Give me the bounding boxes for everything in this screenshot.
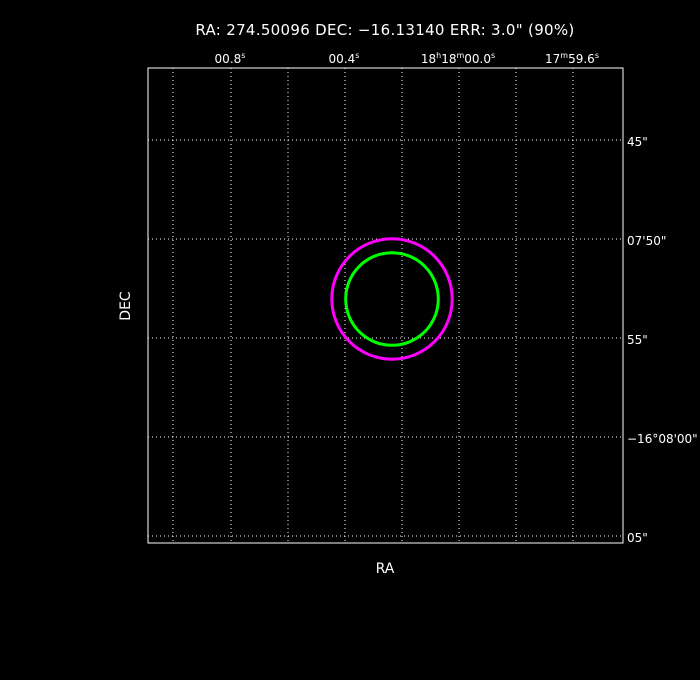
dec-tick-label: 07'50" xyxy=(627,234,666,248)
dec-tick-label: 55" xyxy=(627,333,648,347)
dec-tick-label: −16°08'00" xyxy=(627,432,698,446)
sky-plot: RA: 274.50096 DEC: −16.13140 ERR: 3.0" (… xyxy=(118,21,698,577)
outer-circle xyxy=(330,237,454,361)
plot-title: RA: 274.50096 DEC: −16.13140 ERR: 3.0" (… xyxy=(195,21,574,39)
ra-tick-label: 00.8s xyxy=(215,51,246,66)
dec-gridlines xyxy=(148,139,623,537)
x-axis-title: RA xyxy=(376,561,395,577)
ra-tick-label: 00.4s xyxy=(329,51,360,66)
plot-frame xyxy=(147,67,624,544)
ra-tick-label: 18h18m00.0s xyxy=(421,51,495,66)
error-circle xyxy=(344,251,440,347)
dec-tick-label: 45" xyxy=(627,135,648,149)
ra-tick-label: 17m59.6s xyxy=(545,51,599,66)
dec-tick-label: 05" xyxy=(627,531,648,545)
ra-gridlines xyxy=(172,68,574,543)
y-axis-title: DEC xyxy=(118,291,134,321)
